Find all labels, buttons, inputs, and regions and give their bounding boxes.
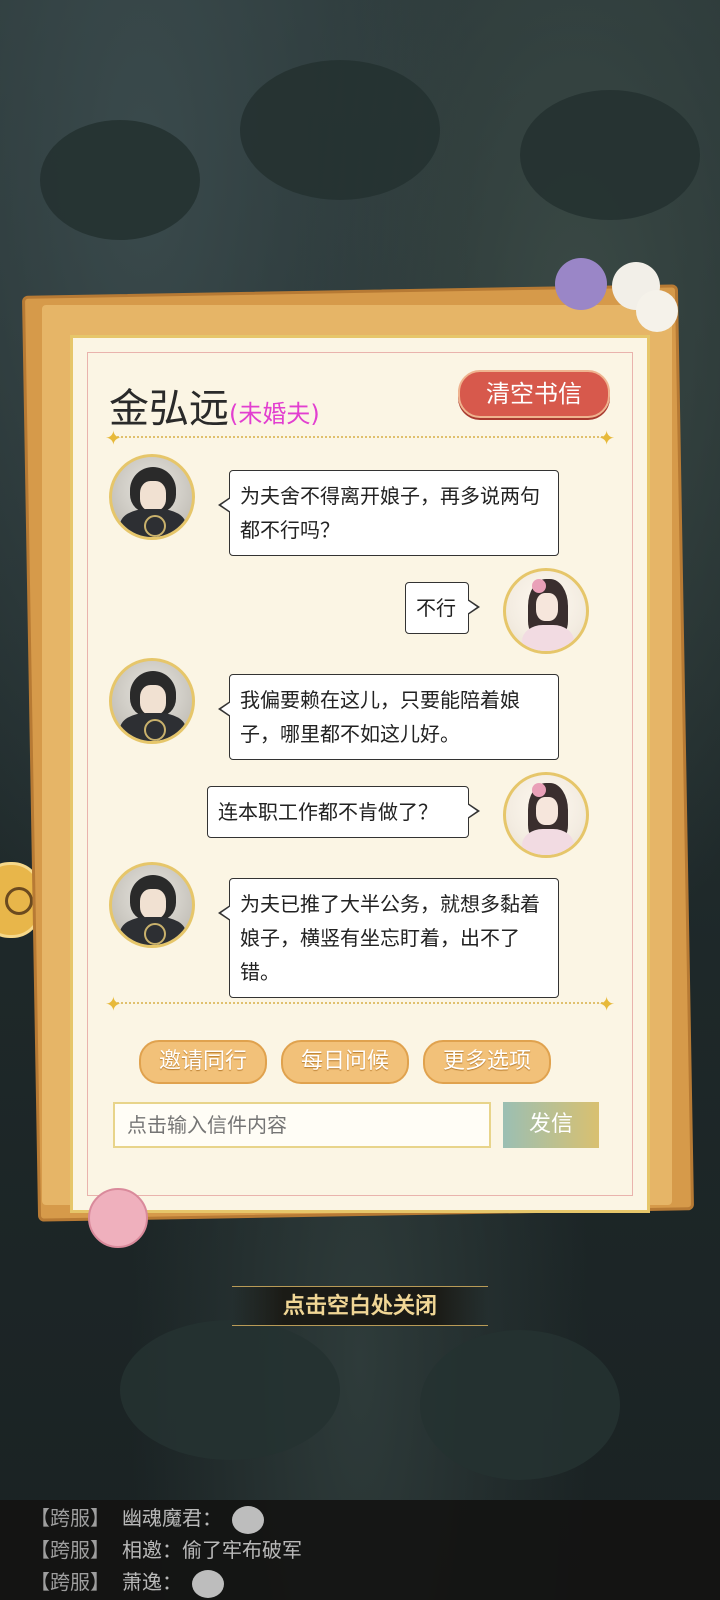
sparkle-icon: ✦: [598, 426, 615, 450]
message-bubble: 为夫已推了大半公务，就想多黏着娘子，横竖有坐忘盯着，出不了错。: [218, 878, 559, 998]
tree-decoration: [520, 90, 700, 220]
male-avatar[interactable]: [109, 862, 195, 948]
sparkle-icon: ✦: [598, 992, 615, 1016]
chat-line: 【跨服】 幽魂魔君：: [30, 1502, 264, 1534]
face-emote-icon: [232, 1505, 264, 1534]
channel-tag: 【跨服】: [30, 1506, 110, 1530]
chat-user: 幽魂魔君：: [122, 1506, 222, 1530]
send-button[interactable]: 发信: [503, 1102, 599, 1148]
pink-blossom-decoration: [88, 1188, 148, 1248]
top-divider: ✦ ✦: [105, 426, 615, 450]
message-bubble: 连本职工作都不肯做了？: [207, 786, 480, 838]
tree-decoration: [40, 120, 200, 240]
invite-button[interactable]: 邀请同行: [139, 1040, 267, 1084]
male-avatar[interactable]: [109, 658, 195, 744]
male-avatar[interactable]: [109, 454, 195, 540]
sparkle-icon: ✦: [105, 992, 122, 1016]
chat-text: 偷了牢布破军: [182, 1538, 302, 1562]
message-bubble: 不行: [405, 582, 480, 634]
chat-line: 【跨服】 相邀：偷了牢布破军: [30, 1534, 302, 1566]
white-blossom-decoration: [636, 290, 678, 332]
world-chat-bar[interactable]: 【跨服】 幽魂魔君： 【跨服】 相邀：偷了牢布破军 【跨服】 萧逸：: [0, 1500, 720, 1600]
letter-title: 金弘远(未婚夫): [109, 376, 320, 434]
letter-input[interactable]: [113, 1102, 491, 1148]
message-bubble: 我偏要赖在这儿，只要能陪着娘子，哪里都不如这儿好。: [218, 674, 559, 760]
tree-decoration: [420, 1330, 620, 1480]
tree-decoration: [120, 1320, 340, 1460]
letter-paper: 金弘远(未婚夫) 清空书信 ✦ ✦ 为夫舍不得离开娘子，再多说两句都不行吗？ 不…: [70, 335, 650, 1213]
message-bubble: 为夫舍不得离开娘子，再多说两句都不行吗？: [218, 470, 559, 556]
chat-user: 萧逸：: [122, 1570, 182, 1594]
channel-tag: 【跨服】: [30, 1538, 110, 1562]
more-options-button[interactable]: 更多选项: [423, 1040, 551, 1084]
chat-icon: [5, 887, 33, 915]
contact-relation: (未婚夫): [229, 400, 320, 428]
daily-greeting-button[interactable]: 每日问候: [281, 1040, 409, 1084]
contact-name: 金弘远: [109, 386, 229, 432]
female-avatar[interactable]: [503, 772, 589, 858]
chat-user: 相邀：: [122, 1538, 182, 1562]
purple-blossom-decoration: [555, 258, 607, 310]
chat-line: 【跨服】 萧逸：: [30, 1566, 224, 1598]
close-hint[interactable]: 点击空白处关闭: [232, 1286, 488, 1326]
bottom-divider: ✦ ✦: [105, 992, 615, 1016]
channel-tag: 【跨服】: [30, 1570, 110, 1594]
tree-decoration: [240, 60, 440, 200]
clear-letters-button[interactable]: 清空书信: [458, 370, 610, 418]
female-avatar[interactable]: [503, 568, 589, 654]
face-emote-icon: [192, 1569, 224, 1598]
sparkle-icon: ✦: [105, 426, 122, 450]
